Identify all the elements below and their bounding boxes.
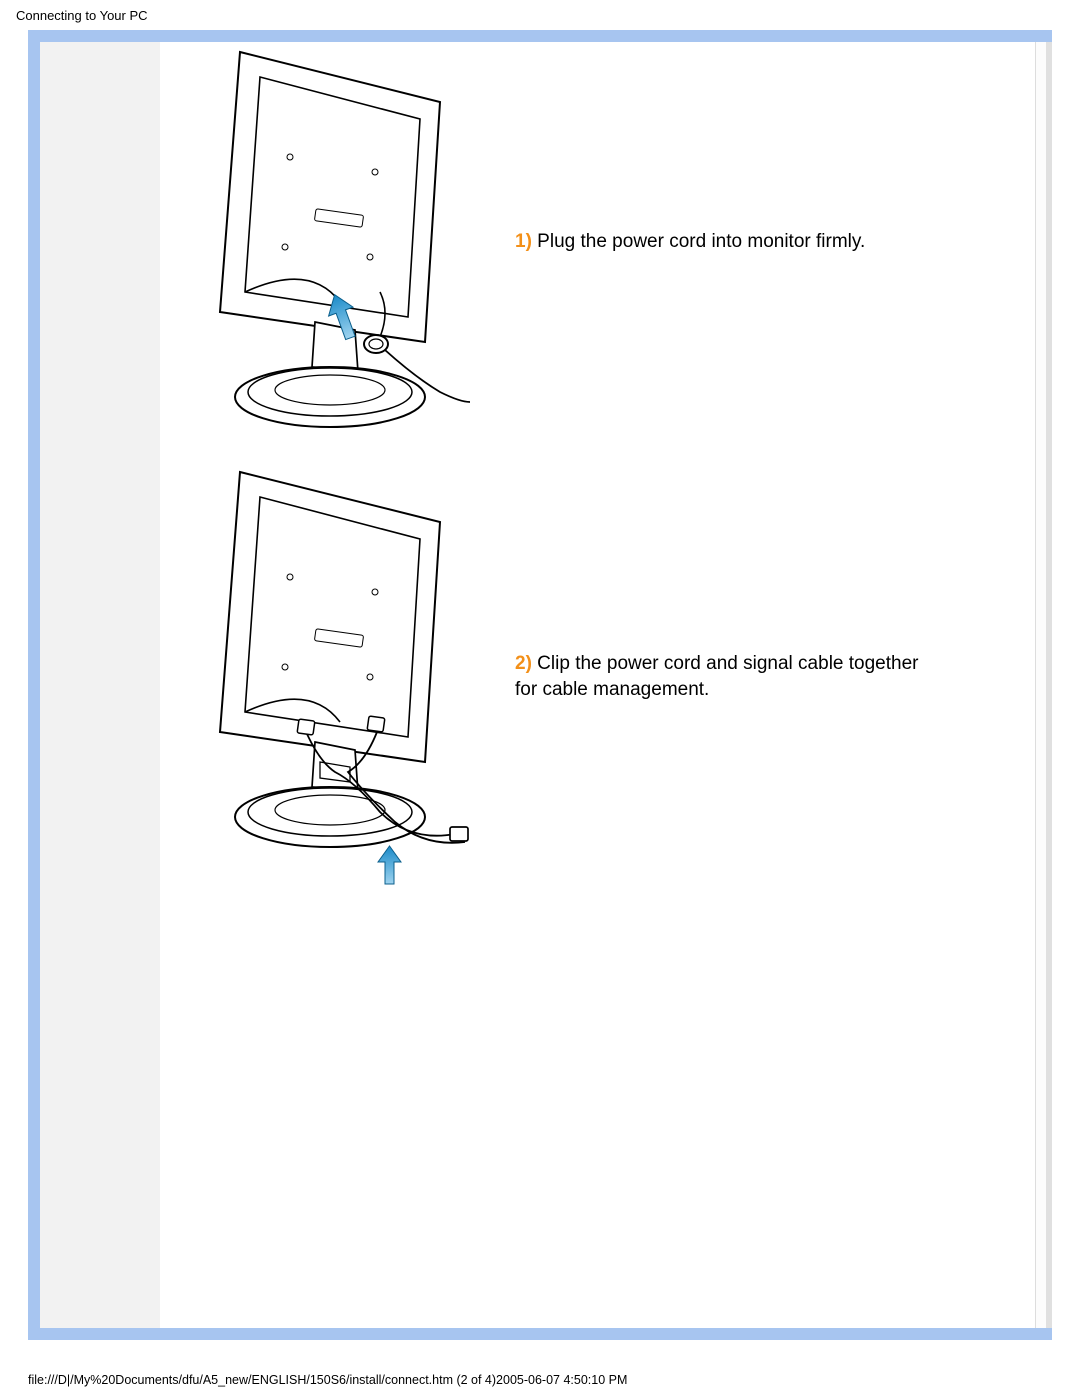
sidebar-gray <box>40 42 160 1328</box>
step-2-illustration <box>175 462 485 892</box>
step-2-desc: Clip the power cord and signal cable tog… <box>515 653 918 700</box>
step-1-number: 1) <box>515 231 532 252</box>
arrow-up-icon <box>378 846 401 884</box>
page-footer: file:///D|/My%20Documents/dfu/A5_new/ENG… <box>28 1373 627 1387</box>
page-title: Connecting to Your PC <box>0 0 1080 27</box>
monitor-back-icon <box>180 42 480 442</box>
content-frame: 1) Plug the power cord into monitor firm… <box>28 30 1052 1340</box>
step-1-row: 1) Plug the power cord into monitor firm… <box>175 42 1032 442</box>
monitor-back-cable-icon <box>180 462 480 892</box>
step-1-text: 1) Plug the power cord into monitor firm… <box>515 229 865 255</box>
step-1-illustration <box>175 42 485 442</box>
right-edge-inset <box>1035 42 1046 1328</box>
step-1-desc: Plug the power cord into monitor firmly. <box>532 231 865 252</box>
step-2-text: 2) Clip the power cord and signal cable … <box>515 651 935 702</box>
main-content: 1) Plug the power cord into monitor firm… <box>175 42 1032 1328</box>
right-edge-bar <box>1046 42 1052 1328</box>
step-2-row: 2) Clip the power cord and signal cable … <box>175 462 1032 892</box>
step-2-number: 2) <box>515 653 532 674</box>
